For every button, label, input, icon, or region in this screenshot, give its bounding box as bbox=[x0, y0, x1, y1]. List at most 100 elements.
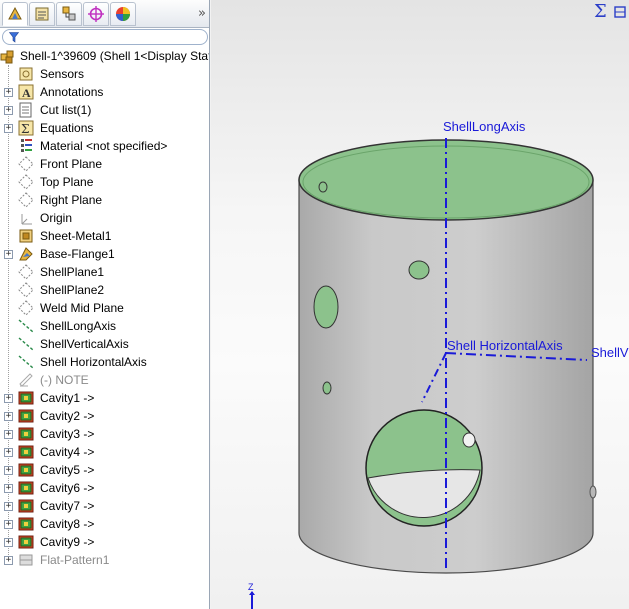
tree-item-label: Sheet-Metal1 bbox=[40, 229, 112, 243]
featuremanager-icon bbox=[8, 6, 22, 20]
expand-toggle[interactable]: + bbox=[4, 250, 13, 259]
dimxpert-tab[interactable] bbox=[83, 2, 109, 26]
tree-item-label: Weld Mid Plane bbox=[40, 301, 124, 315]
tree-item[interactable]: + Cavity5 -> bbox=[0, 461, 209, 479]
tree-item[interactable]: + Cavity4 -> bbox=[0, 443, 209, 461]
propertymanager-icon bbox=[35, 7, 49, 21]
plane-icon bbox=[18, 192, 34, 208]
cavity-icon bbox=[18, 517, 34, 531]
tree-item[interactable]: + Σ Equations bbox=[0, 119, 209, 137]
tree-item[interactable]: + Cavity8 -> bbox=[0, 515, 209, 533]
tree-item[interactable]: Shell HorizontalAxis bbox=[0, 353, 209, 371]
expand-toggle[interactable]: + bbox=[4, 484, 13, 493]
tree-item-label: Cavity5 -> bbox=[40, 463, 95, 477]
expand-toggle[interactable]: + bbox=[4, 520, 13, 529]
tree-item-label: ShellVerticalAxis bbox=[40, 337, 129, 351]
expand-toggle[interactable]: + bbox=[4, 502, 13, 511]
cavity-hole-top-left bbox=[318, 181, 328, 193]
featuremanager-tab[interactable] bbox=[2, 2, 28, 26]
cavity-icon bbox=[18, 427, 34, 441]
configurationmanager-tab[interactable] bbox=[56, 2, 82, 26]
tree-item-label: Cut list(1) bbox=[40, 103, 92, 117]
tree-item-label: Cavity2 -> bbox=[40, 409, 95, 423]
tree-item-label: Cavity8 -> bbox=[40, 517, 95, 531]
tree-filter-bar bbox=[0, 28, 209, 46]
tree-item-label: Cavity3 -> bbox=[40, 427, 95, 441]
tree-item-label: Flat-Pattern1 bbox=[40, 553, 110, 567]
expand-toggle[interactable]: + bbox=[4, 106, 13, 115]
sigma-icon[interactable]: Σ bbox=[594, 1, 607, 22]
tree-item[interactable]: ShellVerticalAxis bbox=[0, 335, 209, 353]
view-orientation-icon[interactable] bbox=[614, 6, 626, 18]
tree-item-label: Right Plane bbox=[40, 193, 103, 207]
propertymanager-tab[interactable] bbox=[29, 2, 55, 26]
tree-item[interactable]: + Cavity1 -> bbox=[0, 389, 209, 407]
tree-item[interactable]: + Cavity2 -> bbox=[0, 407, 209, 425]
tree-item-label: Cavity9 -> bbox=[40, 535, 95, 549]
tree-item[interactable]: Sensors bbox=[0, 65, 209, 83]
tree-item[interactable]: Weld Mid Plane bbox=[0, 299, 209, 317]
tree-item[interactable]: ShellPlane1 bbox=[0, 263, 209, 281]
tree-item[interactable]: (-) NOTE bbox=[0, 371, 209, 389]
expand-toggle[interactable]: + bbox=[4, 430, 13, 439]
expand-toggle[interactable]: + bbox=[4, 394, 13, 403]
part-icon bbox=[0, 50, 14, 64]
axis-icon bbox=[18, 319, 34, 333]
tree-item[interactable]: + Flat-Pattern1 bbox=[0, 551, 209, 569]
equations-icon: Σ bbox=[18, 120, 34, 136]
tree-item[interactable]: + Base-Flange1 bbox=[0, 245, 209, 263]
shell-vertical-axis-label[interactable]: ShellV bbox=[591, 345, 629, 360]
expand-toggle[interactable]: + bbox=[4, 538, 13, 547]
graphics-viewport[interactable]: ShellLongAxis Shell HorizontalAxis Shell… bbox=[211, 0, 629, 609]
display-manager-tab[interactable] bbox=[110, 2, 136, 26]
sheet-metal-icon bbox=[19, 229, 33, 243]
expand-panel-button[interactable]: » bbox=[198, 6, 206, 21]
tree-item[interactable]: + A Annotations bbox=[0, 83, 209, 101]
cavity-icon bbox=[18, 391, 34, 405]
manager-tab-bar: » bbox=[0, 0, 209, 28]
tree-item-label: Front Plane bbox=[40, 157, 103, 171]
feature-manager-panel: » Shell-1^39609 (Shell 1<Display State S… bbox=[0, 0, 210, 609]
expand-toggle[interactable]: + bbox=[4, 124, 13, 133]
tree-item[interactable]: ShellPlane2 bbox=[0, 281, 209, 299]
tree-root-part[interactable]: Shell-1^39609 (Shell 1<Display State bbox=[0, 47, 209, 65]
tree-item[interactable]: Right Plane bbox=[0, 191, 209, 209]
expand-toggle[interactable]: + bbox=[4, 556, 13, 565]
tree-item[interactable]: Material <not specified> bbox=[0, 137, 209, 155]
cavity-icon bbox=[18, 499, 34, 513]
expand-toggle[interactable]: + bbox=[4, 412, 13, 421]
tree-item[interactable]: + Cut list(1) bbox=[0, 101, 209, 119]
tree-filter-input[interactable] bbox=[2, 29, 208, 45]
tree-item[interactable]: + Cavity6 -> bbox=[0, 479, 209, 497]
tree-item[interactable]: Front Plane bbox=[0, 155, 209, 173]
tree-item[interactable]: Top Plane bbox=[0, 173, 209, 191]
axis-icon bbox=[18, 337, 34, 351]
material-icon bbox=[21, 139, 32, 152]
cavity-hole-left bbox=[313, 285, 339, 329]
tree-item-label: Equations bbox=[40, 121, 94, 135]
cavity-icon bbox=[18, 481, 34, 495]
tree-item-label: Cavity1 -> bbox=[40, 391, 95, 405]
note-icon bbox=[19, 373, 33, 387]
tree-item[interactable]: + Cavity7 -> bbox=[0, 497, 209, 515]
expand-toggle[interactable]: + bbox=[4, 466, 13, 475]
shell-model[interactable] bbox=[211, 0, 629, 609]
tree-item[interactable]: Origin bbox=[0, 209, 209, 227]
cavity-icon bbox=[18, 535, 34, 549]
plane-icon bbox=[18, 174, 34, 190]
tree-item[interactable]: ShellLongAxis bbox=[0, 317, 209, 335]
tree-item-label: Shell HorizontalAxis bbox=[40, 355, 147, 369]
expand-toggle[interactable]: + bbox=[4, 88, 13, 97]
shell-long-axis-label[interactable]: ShellLongAxis bbox=[443, 119, 525, 134]
tree-item-label: ShellPlane1 bbox=[40, 265, 105, 279]
shell-horizontal-axis-label[interactable]: Shell HorizontalAxis bbox=[447, 338, 563, 353]
expand-toggle[interactable]: + bbox=[4, 448, 13, 457]
plane-icon bbox=[18, 282, 34, 298]
tree-item[interactable]: + Cavity3 -> bbox=[0, 425, 209, 443]
flat-pattern-icon bbox=[19, 554, 33, 566]
tree-item[interactable]: + Cavity9 -> bbox=[0, 533, 209, 551]
tree-item-label: Cavity7 -> bbox=[40, 499, 95, 513]
tree-item[interactable]: Sheet-Metal1 bbox=[0, 227, 209, 245]
annotations-icon: A bbox=[18, 84, 34, 100]
tree-item-label: Base-Flange1 bbox=[40, 247, 115, 261]
